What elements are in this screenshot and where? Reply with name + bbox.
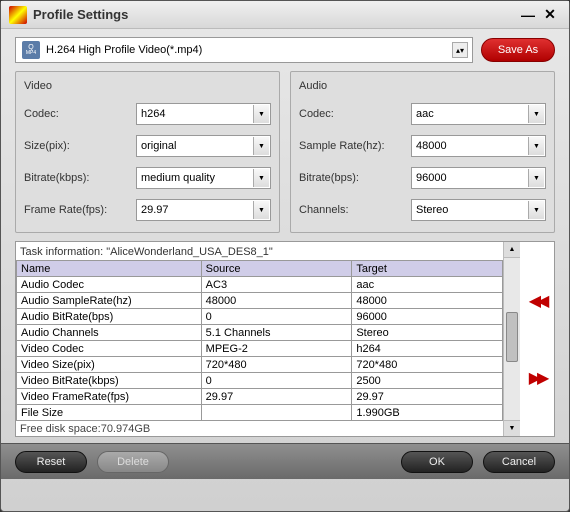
audio-codec-label: Codec: (299, 108, 407, 120)
table-row[interactable]: Audio SampleRate(hz)4800048000 (17, 293, 503, 309)
video-size-select[interactable]: original▼ (136, 135, 271, 157)
audio-channels-select[interactable]: Stereo▼ (411, 199, 546, 221)
save-as-button[interactable]: Save As (481, 38, 555, 62)
table-row[interactable]: Audio CodecAC3aac (17, 277, 503, 293)
task-info-panel: Task information: "AliceWonderland_USA_D… (15, 241, 555, 437)
delete-button[interactable]: Delete (97, 451, 169, 473)
task-table: Name Source Target Audio CodecAC3aacAudi… (16, 260, 503, 421)
video-size-label: Size(pix): (24, 140, 132, 152)
audio-codec-select[interactable]: aac▼ (411, 103, 546, 125)
video-panel-title: Video (24, 78, 271, 94)
chevron-down-icon: ▼ (253, 137, 269, 155)
vertical-scrollbar[interactable]: ▲ ▼ (503, 242, 520, 436)
ok-button[interactable]: OK (401, 451, 473, 473)
col-name[interactable]: Name (17, 261, 202, 277)
audio-samplerate-label: Sample Rate(hz): (299, 140, 407, 152)
window-title: Profile Settings (33, 7, 517, 22)
video-bitrate-select[interactable]: medium quality▼ (136, 167, 271, 189)
next-task-button[interactable]: ▶▶ (529, 368, 546, 388)
mp4-icon: QMP4 (22, 41, 40, 59)
chevron-down-icon: ▼ (253, 105, 269, 123)
chevron-down-icon: ▼ (253, 201, 269, 219)
table-row[interactable]: Video Size(pix)720*480720*480 (17, 357, 503, 373)
minimize-button[interactable]: — (517, 6, 539, 24)
chevron-down-icon: ▼ (253, 169, 269, 187)
audio-bitrate-label: Bitrate(bps): (299, 172, 407, 184)
chevron-updown-icon: ▴▾ (452, 42, 468, 58)
audio-samplerate-select[interactable]: 48000▼ (411, 135, 546, 157)
prev-task-button[interactable]: ◀◀ (529, 291, 546, 311)
titlebar: Profile Settings — ✕ (1, 1, 569, 29)
table-row[interactable]: Video BitRate(kbps)02500 (17, 373, 503, 389)
audio-panel: Audio Codec: aac▼ Sample Rate(hz): 48000… (290, 71, 555, 233)
scroll-down-icon[interactable]: ▼ (504, 420, 520, 436)
video-codec-select[interactable]: h264▼ (136, 103, 271, 125)
cancel-button[interactable]: Cancel (483, 451, 555, 473)
table-row[interactable]: Video FrameRate(fps)29.9729.97 (17, 389, 503, 405)
table-row[interactable]: Audio BitRate(bps)096000 (17, 309, 503, 325)
chevron-down-icon: ▼ (528, 169, 544, 187)
scroll-thumb[interactable] (506, 312, 518, 362)
chevron-down-icon: ▼ (528, 137, 544, 155)
table-row[interactable]: File Size1.990GB (17, 405, 503, 421)
chevron-down-icon: ▼ (528, 201, 544, 219)
audio-channels-label: Channels: (299, 204, 407, 216)
profile-dropdown[interactable]: QMP4 H.264 High Profile Video(*.mp4) ▴▾ (15, 37, 473, 63)
video-panel: Video Codec: h264▼ Size(pix): original▼ … (15, 71, 280, 233)
app-icon (9, 6, 27, 24)
table-row[interactable]: Video CodecMPEG-2h264 (17, 341, 503, 357)
chevron-down-icon: ▼ (528, 105, 544, 123)
profile-settings-window: Profile Settings — ✕ QMP4 H.264 High Pro… (0, 0, 570, 512)
video-framerate-label: Frame Rate(fps): (24, 204, 132, 216)
nav-column: ◀◀ ▶▶ (520, 242, 554, 436)
reset-button[interactable]: Reset (15, 451, 87, 473)
audio-bitrate-select[interactable]: 96000▼ (411, 167, 546, 189)
col-target[interactable]: Target (352, 261, 503, 277)
col-source[interactable]: Source (201, 261, 352, 277)
profile-selected-text: H.264 High Profile Video(*.mp4) (46, 44, 202, 56)
free-disk-text: Free disk space:70.974GB (16, 421, 503, 436)
close-button[interactable]: ✕ (539, 6, 561, 24)
video-codec-label: Codec: (24, 108, 132, 120)
audio-panel-title: Audio (299, 78, 546, 94)
bottom-bar: Reset Delete OK Cancel (1, 443, 569, 479)
table-row[interactable]: Audio Channels5.1 ChannelsStereo (17, 325, 503, 341)
scroll-up-icon[interactable]: ▲ (504, 242, 520, 258)
video-bitrate-label: Bitrate(kbps): (24, 172, 132, 184)
video-framerate-select[interactable]: 29.97▼ (136, 199, 271, 221)
task-info-header: Task information: "AliceWonderland_USA_D… (16, 242, 503, 260)
